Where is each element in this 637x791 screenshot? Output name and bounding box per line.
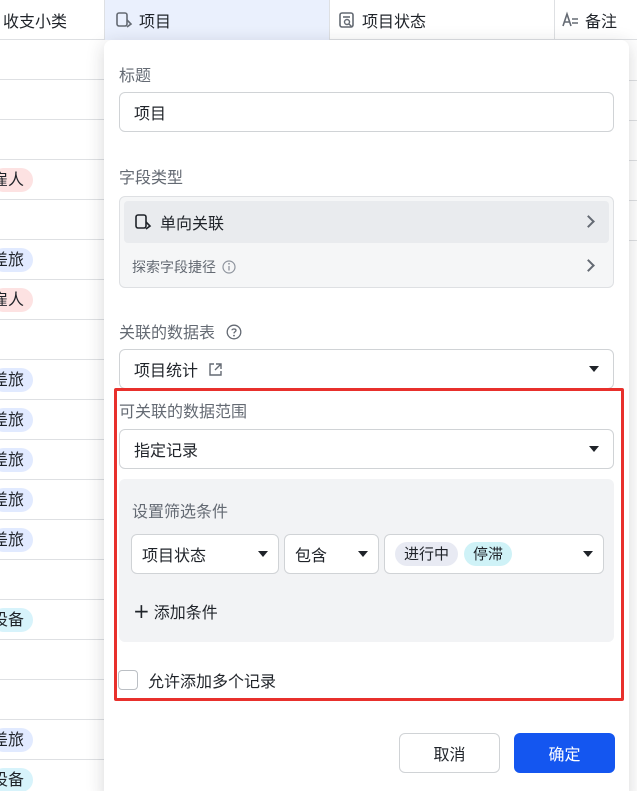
linked-table-select[interactable]: 项目统计	[119, 349, 614, 389]
title-input-value: 项目	[134, 104, 167, 123]
table-body: 雇人 差旅 雇人 差旅 差旅 差旅 差旅 差旅 设备 差旅 设备	[0, 40, 105, 791]
allow-multiple-checkbox[interactable]	[118, 670, 138, 690]
table-row[interactable]: 雇人	[0, 160, 105, 200]
table-row[interactable]: 差旅	[0, 240, 105, 280]
category-tag: 差旅	[0, 368, 34, 392]
field-type-select[interactable]: 单向关联	[124, 201, 609, 243]
range-select[interactable]: 指定记录	[119, 429, 614, 469]
chevron-down-icon	[258, 551, 268, 557]
cancel-button[interactable]: 取消	[399, 733, 500, 773]
column-header-label: 备注	[585, 12, 618, 31]
filter-field-select[interactable]: 项目状态	[131, 534, 279, 574]
table-row[interactable]	[0, 80, 105, 120]
filter-value-chip[interactable]: 停滞	[464, 542, 513, 566]
table-row[interactable]: 设备	[0, 760, 105, 791]
table-row[interactable]: 差旅	[0, 360, 105, 400]
field-config-dialog: 标题 项目 字段类型 单向关联 探索字段捷径 关联的数据表 项目统计 可关联的数…	[104, 40, 629, 791]
add-condition-button[interactable]: + 添加条件	[133, 599, 218, 623]
category-tag: 差旅	[0, 448, 34, 472]
title-input[interactable]: 项目	[119, 92, 614, 132]
field-type-box: 单向关联 探索字段捷径	[119, 196, 614, 288]
category-tag: 设备	[0, 768, 34, 791]
range-label: 可关联的数据范围	[119, 402, 248, 421]
chevron-down-icon	[589, 446, 599, 452]
chevron-right-icon	[582, 259, 595, 272]
chevron-down-icon	[358, 551, 368, 557]
form-field-icon	[338, 11, 356, 29]
table-row[interactable]	[0, 640, 105, 680]
category-tag: 差旅	[0, 488, 34, 512]
chevron-right-icon	[582, 215, 595, 228]
table-row[interactable]	[0, 560, 105, 600]
help-icon[interactable]	[226, 324, 242, 340]
table-row[interactable]: 差旅	[0, 520, 105, 560]
table-row[interactable]: 雇人	[0, 280, 105, 320]
category-tag: 雇人	[0, 168, 34, 192]
confirm-button[interactable]: 确定	[514, 733, 615, 773]
table-row[interactable]	[0, 200, 105, 240]
category-tag: 差旅	[0, 728, 34, 752]
column-header-project-status[interactable]: 项目状态	[330, 0, 555, 40]
chevron-down-icon	[589, 366, 599, 372]
allow-multiple-label: 允许添加多个记录	[148, 672, 277, 691]
table-row[interactable]	[0, 40, 105, 80]
table-row[interactable]: 差旅	[0, 720, 105, 760]
filter-operator-select[interactable]: 包含	[284, 534, 379, 574]
table-row[interactable]	[0, 120, 105, 160]
filter-operator-value: 包含	[295, 546, 328, 565]
category-tag: 设备	[0, 608, 34, 632]
allow-multiple-option[interactable]: 允许添加多个记录	[118, 668, 276, 692]
column-header-label: 项目状态	[362, 12, 427, 31]
table-row[interactable]: 差旅	[0, 480, 105, 520]
category-tag: 差旅	[0, 528, 34, 552]
table-row[interactable]	[0, 680, 105, 720]
linked-table-value: 项目统计	[134, 361, 199, 380]
column-header-notes[interactable]: 备注	[555, 0, 637, 40]
linked-table-label: 关联的数据表	[119, 319, 242, 343]
field-shortcut-label: 探索字段捷径	[132, 260, 216, 276]
table-header: 收支小类 项目 项目状态 备注	[0, 0, 637, 40]
table-row[interactable]	[0, 320, 105, 360]
column-header-label: 收支小类	[3, 12, 68, 31]
table-row[interactable]: 设备	[0, 600, 105, 640]
filter-title: 设置筛选条件	[132, 502, 229, 521]
filter-conditions-box: 设置筛选条件 项目状态 包含 进行中 停滞 + 添加条件	[119, 479, 614, 642]
title-label: 标题	[119, 66, 152, 85]
text-field-icon	[561, 11, 579, 29]
column-header-category[interactable]: 收支小类	[0, 0, 105, 40]
plus-icon: +	[133, 599, 150, 623]
filter-value-select[interactable]: 进行中 停滞	[384, 534, 604, 574]
field-type-value: 单向关联	[160, 214, 225, 233]
chevron-down-icon	[583, 551, 593, 557]
column-header-project[interactable]: 项目	[105, 0, 330, 40]
field-type-label: 字段类型	[119, 168, 184, 187]
link-field-icon	[134, 213, 152, 231]
add-condition-label: 添加条件	[153, 603, 218, 622]
field-shortcut-link[interactable]: 探索字段捷径	[132, 257, 236, 277]
category-tag: 差旅	[0, 248, 34, 272]
range-value: 指定记录	[134, 441, 199, 460]
external-link-icon[interactable]	[208, 362, 223, 377]
info-icon	[222, 260, 236, 274]
linked-table-label-text: 关联的数据表	[119, 323, 216, 342]
table-row[interactable]: 差旅	[0, 400, 105, 440]
table-row[interactable]: 差旅	[0, 440, 105, 480]
category-tag: 雇人	[0, 288, 34, 312]
filter-value-chip[interactable]: 进行中	[395, 542, 459, 566]
category-tag: 差旅	[0, 408, 34, 432]
filter-field-value: 项目状态	[142, 546, 207, 565]
column-header-label: 项目	[139, 12, 172, 31]
link-field-icon	[115, 11, 133, 29]
